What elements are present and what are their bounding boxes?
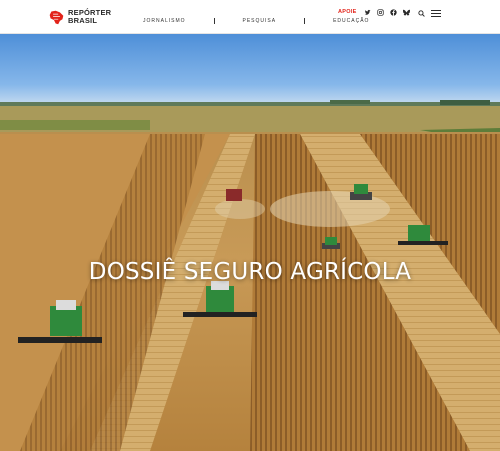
main-nav: JORNALISMO PESQUISA EDUCAÇÃO bbox=[143, 18, 369, 24]
nav-item-pesquisa[interactable]: PESQUISA bbox=[243, 18, 277, 24]
site-logo[interactable]: REPÓRTER BRASIL bbox=[48, 9, 111, 26]
twitter-icon[interactable] bbox=[364, 9, 371, 16]
hero-image-harvest-field bbox=[0, 34, 500, 451]
social-links bbox=[364, 9, 410, 16]
bluesky-icon[interactable] bbox=[403, 9, 410, 16]
hero-banner: DOSSIÊ SEGURO AGRÍCOLA bbox=[0, 34, 500, 451]
support-link[interactable]: APOIE bbox=[338, 9, 357, 15]
facebook-icon[interactable] bbox=[390, 9, 397, 16]
nav-divider bbox=[213, 18, 215, 24]
nav-item-jornalismo[interactable]: JORNALISMO bbox=[143, 18, 186, 24]
nav-item-educacao[interactable]: EDUCAÇÃO bbox=[333, 18, 369, 24]
site-header: REPÓRTER BRASIL JORNALISMO PESQUISA EDUC… bbox=[0, 0, 500, 34]
logo-line-2: BRASIL bbox=[68, 15, 98, 25]
hamburger-menu-icon[interactable] bbox=[431, 10, 441, 17]
brazil-map-logo-icon bbox=[49, 10, 64, 25]
search-icon[interactable] bbox=[418, 10, 425, 17]
instagram-icon[interactable] bbox=[377, 9, 384, 16]
nav-divider bbox=[304, 18, 306, 24]
hero-title: DOSSIÊ SEGURO AGRÍCOLA bbox=[88, 259, 412, 286]
logo-wordmark: REPÓRTER BRASIL bbox=[68, 9, 111, 24]
